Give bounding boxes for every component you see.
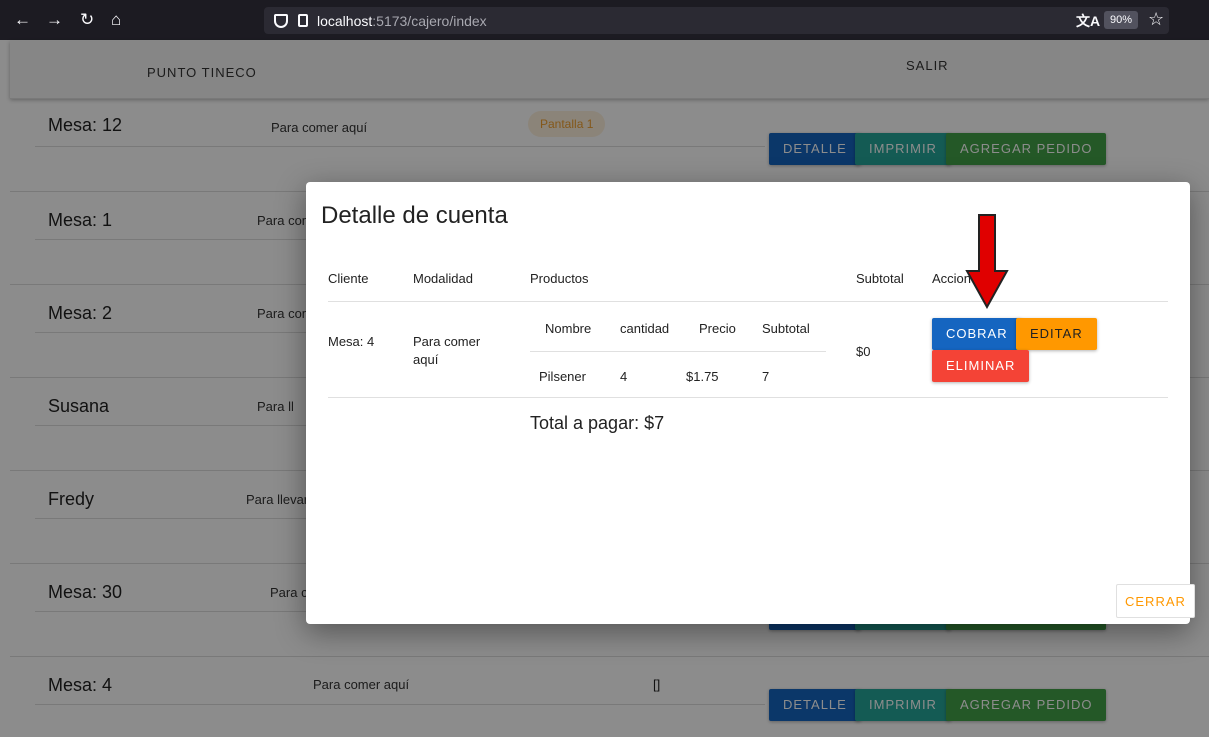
editar-button[interactable]: EDITAR [1016,318,1097,350]
browser-toolbar: ← → ↻ ⌂ localhost:5173/cajero/index 文A 9… [0,0,1209,40]
back-arrow-icon[interactable]: ← [14,10,31,30]
cobrar-button[interactable]: COBRAR [932,318,1022,350]
product-subtotal: 7 [762,369,770,384]
translate-icon[interactable]: 文A [1076,11,1100,31]
col-header-modalidad: Modalidad [413,271,473,286]
cell-subtotal: $0 [856,344,871,359]
cell-modalidad: Para comer aquí [413,334,481,367]
products-header-nombre: Nombre [545,321,592,336]
col-header-productos: Productos [530,271,589,286]
dialog-title: Detalle de cuenta [321,202,508,229]
bookmark-star-icon[interactable]: ☆ [1148,9,1164,30]
table-header-divider [328,301,1168,302]
total-a-pagar: Total a pagar: $7 [530,413,665,433]
home-icon[interactable]: ⌂ [111,10,121,30]
red-arrow-annotation-icon [965,214,1009,309]
product-precio: $1.75 [686,369,719,384]
table-row-divider [328,397,1168,398]
products-header-precio: Precio [699,321,736,336]
product-cantidad: 4 [620,369,628,384]
products-divider [530,351,826,352]
col-header-cliente: Cliente [328,271,369,286]
url-path: :5173/cajero/index [372,12,487,29]
page-info-icon[interactable] [298,14,308,27]
col-header-subtotal: Subtotal [856,271,904,286]
reload-icon[interactable]: ↻ [80,10,94,30]
address-bar[interactable]: localhost:5173/cajero/index [264,7,1169,34]
products-header-subtotal: Subtotal [762,321,810,336]
products-header-cantidad: cantidad [620,321,670,336]
eliminar-button[interactable]: ELIMINAR [932,350,1030,382]
product-nombre: Pilsener [539,369,586,384]
tracking-shield-icon[interactable] [274,13,288,28]
forward-arrow-icon[interactable]: → [46,10,63,30]
cerrar-button[interactable]: CERRAR [1116,584,1195,618]
cell-cliente: Mesa: 4 [328,334,375,349]
url-host: localhost [317,12,373,29]
account-detail-dialog: Detalle de cuenta Cliente Modalidad Prod… [306,182,1195,624]
zoom-level-badge[interactable]: 90% [1104,11,1139,29]
